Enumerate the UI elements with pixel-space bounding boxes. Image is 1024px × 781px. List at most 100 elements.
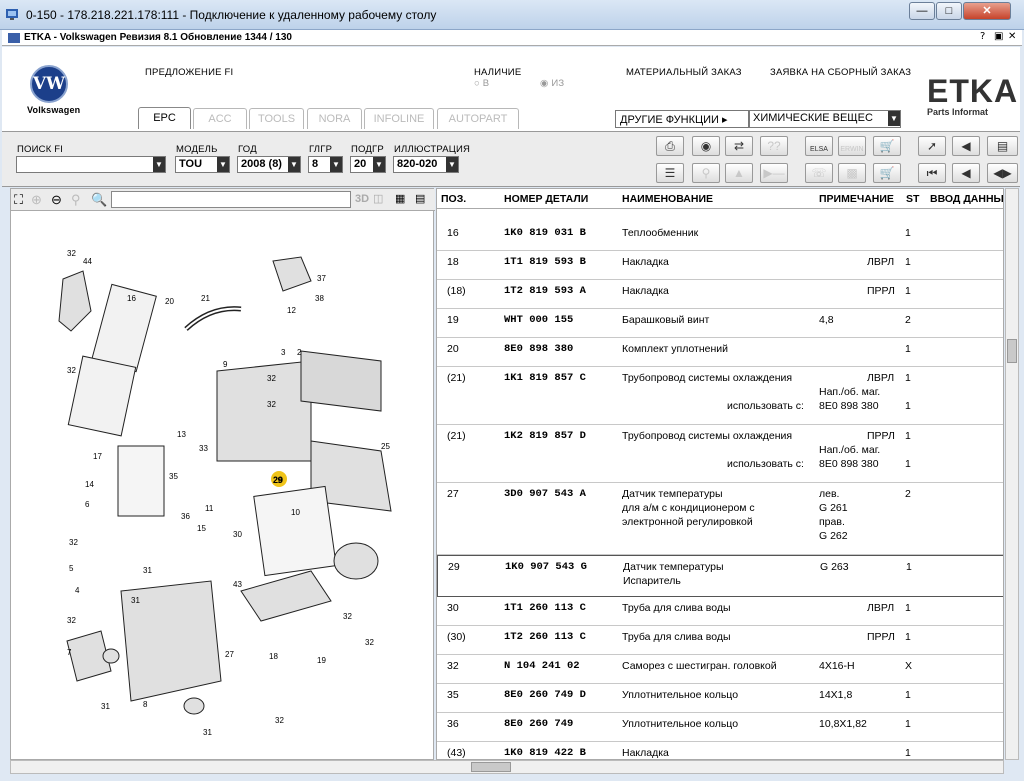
callout-label[interactable]: 13	[177, 430, 186, 439]
col-name[interactable]: НАИМЕНОВАНИЕ	[622, 193, 713, 205]
tab-nora[interactable]: NORA	[307, 108, 362, 129]
chemicals-select[interactable]: ХИМИЧЕСКИЕ ВЕЩЕС ▼	[749, 110, 901, 128]
list-icon[interactable]: ☰	[656, 163, 684, 183]
callout-label[interactable]: 44	[83, 257, 92, 266]
table-row[interactable]: 18 1T1 819 593 B Накладка ЛВРЛ 1	[437, 251, 1003, 280]
help-button[interactable]: ?	[980, 31, 985, 42]
zoom-in-icon[interactable]: ⊕	[31, 192, 42, 208]
callout-label[interactable]: 8	[143, 700, 148, 709]
table-row[interactable]: 32 N 104 241 02 Саморез с шестигран. голов…	[437, 655, 1003, 684]
zoom-area-icon[interactable]: ⚲	[71, 192, 81, 208]
callout-label[interactable]: 27	[225, 650, 234, 659]
col-part-no[interactable]: НОМЕР ДЕТАЛИ	[504, 193, 588, 205]
callout-label[interactable]: 32	[343, 612, 352, 621]
table-row[interactable]: 16 1K0 819 031 B Теплообменник 1	[437, 222, 1003, 251]
callout-label[interactable]: 25	[381, 442, 390, 451]
callout-label[interactable]: 32	[267, 374, 276, 383]
callout-label[interactable]: 35	[169, 472, 178, 481]
key-icon[interactable]: ⚲	[692, 163, 720, 183]
callout-label[interactable]: 31	[143, 566, 152, 575]
table-row[interactable]: 20 8E0 898 380 Комплект уплотнений 1	[437, 338, 1003, 367]
first-icon[interactable]: ⏮	[918, 163, 946, 183]
col-input[interactable]: ВВОД ДАННЫ	[930, 193, 1003, 205]
part-14-filter[interactable]	[117, 445, 165, 517]
erwin-icon[interactable]: ERWIN	[838, 136, 866, 156]
restore-button[interactable]: ▣	[994, 31, 1003, 42]
callout-label[interactable]: 32	[365, 638, 374, 647]
callout-label[interactable]: 31	[131, 596, 140, 605]
callout-label[interactable]: 33	[199, 444, 208, 453]
stock-option-b[interactable]: ○ В	[474, 78, 489, 89]
doc-icon[interactable]: ▤	[987, 136, 1018, 156]
part-17-radiator[interactable]	[67, 355, 137, 437]
callout-label[interactable]: 32	[275, 716, 284, 725]
table-row[interactable]: (21) 1K2 819 857 D Трубопровод системы охл…	[437, 425, 1003, 483]
part-9-housing[interactable]	[216, 360, 312, 462]
parts-table[interactable]: ПОЗ. НОМЕР ДЕТАЛИ НАИМЕНОВАНИЕ ПРИМЕЧАНИ…	[436, 188, 1004, 760]
car-arrows-icon[interactable]: ⇄	[725, 136, 753, 156]
illustration-search-field[interactable]	[111, 191, 351, 208]
callout-label[interactable]: 30	[233, 530, 242, 539]
callout-label[interactable]: 4	[75, 586, 80, 595]
callout-label[interactable]: 31	[101, 702, 110, 711]
callout-label[interactable]: 5	[69, 564, 74, 573]
zoom-fit-icon[interactable]: ⛶	[14, 192, 23, 208]
tab-tools[interactable]: TOOLS	[249, 108, 304, 129]
callout-label[interactable]: 29	[273, 476, 282, 485]
table-row[interactable]: 36 8E0 260 749 Уплотнительное кольцо 10,8X1…	[437, 713, 1003, 742]
printer-icon[interactable]: ⎙	[656, 136, 684, 156]
view-grid-icon[interactable]: ▦	[395, 192, 405, 205]
stock-option-iz[interactable]: ◉ ИЗ	[540, 78, 564, 89]
callout-label[interactable]: 36	[181, 512, 190, 521]
table-row[interactable]: (18) 1T2 819 593 A Накладка ПРРЛ 1	[437, 280, 1003, 309]
close-button[interactable]: ✕	[963, 2, 1011, 20]
folder-icon[interactable]: ▩	[838, 163, 866, 183]
callout-label[interactable]: 18	[269, 652, 278, 661]
hg-select[interactable]: 8 ▼	[308, 156, 343, 173]
tab-acc[interactable]: ACC	[193, 108, 247, 129]
callout-label[interactable]: 6	[85, 500, 90, 509]
table-row[interactable]: 27 3D0 907 543 A Датчик температуры для а/м…	[437, 483, 1003, 555]
illustration-select[interactable]: 820-020 ▼	[393, 156, 459, 173]
callout-label[interactable]: 16	[127, 294, 136, 303]
tab-epc[interactable]: EPC	[138, 107, 191, 129]
pin-icon[interactable]: ➚	[918, 136, 946, 156]
callout-label[interactable]: 19	[317, 656, 326, 665]
part-blower-motor[interactable]	[333, 542, 379, 580]
callout-label[interactable]: 32	[267, 400, 276, 409]
callout-label[interactable]: 38	[315, 294, 324, 303]
next-icon[interactable]: ◀▶	[987, 163, 1018, 183]
part-10-filter[interactable]	[253, 485, 337, 577]
callout-label[interactable]: 7	[67, 648, 72, 657]
callout-label[interactable]: 17	[93, 452, 102, 461]
callout-label[interactable]: 37	[317, 274, 326, 283]
callout-label[interactable]: 21	[201, 294, 210, 303]
view-list-icon[interactable]: ▤	[415, 192, 425, 205]
illustration-pane[interactable]: ⛶ ⊕ ⊖ ⚲ 🔍 3D ◫ ▦ ▤ 29 32 44 16 20 21 37 …	[10, 188, 435, 760]
col-note[interactable]: ПРИМЕЧАНИЕ	[819, 193, 894, 205]
etka-close-button[interactable]: ✕	[1008, 31, 1016, 42]
tab-autopart[interactable]: AUTOPART	[437, 108, 519, 129]
exploded-diagram[interactable]: 29 324416 20 21373812323293 232251713331463…	[11, 211, 433, 759]
tab-infoline[interactable]: INFOLINE	[364, 108, 434, 129]
minimize-button[interactable]: —	[909, 2, 935, 20]
callout-label[interactable]: 43	[233, 580, 242, 589]
table-row[interactable]: (43) 1K0 819 422 B Накладка 1	[437, 742, 1003, 759]
cart-icon[interactable]: 🛒	[873, 136, 901, 156]
view-3d-button[interactable]: 3D	[355, 193, 369, 205]
back-doc-icon[interactable]: ◀	[952, 136, 980, 156]
question-icon[interactable]: ??	[760, 136, 788, 156]
callout-label[interactable]: 32	[67, 366, 76, 375]
part-31-ring[interactable]	[183, 697, 205, 715]
table-row[interactable]: 30 1T1 260 113 C Труба для слива воды ЛВРЛ 1	[437, 597, 1003, 626]
part-44-shape[interactable]	[58, 270, 92, 332]
part-3-flap[interactable]	[300, 350, 382, 412]
part-16-heater-core[interactable]	[91, 283, 157, 373]
material-order-label[interactable]: МАТЕРИАЛЬНЫЙ ЗАКАЗ	[626, 67, 742, 78]
cart-add-icon[interactable]: 🛒	[873, 163, 901, 183]
table-row[interactable]: 29 1K0 907 543 G Датчик температуры Испарит…	[437, 555, 1003, 597]
table-row[interactable]: (21) 1K1 819 857 C Трубопровод системы охл…	[437, 367, 1003, 425]
year-select[interactable]: 2008 (8) ▼	[237, 156, 301, 173]
callout-label[interactable]: 31	[203, 728, 212, 737]
callout-label[interactable]: 20	[165, 297, 174, 306]
